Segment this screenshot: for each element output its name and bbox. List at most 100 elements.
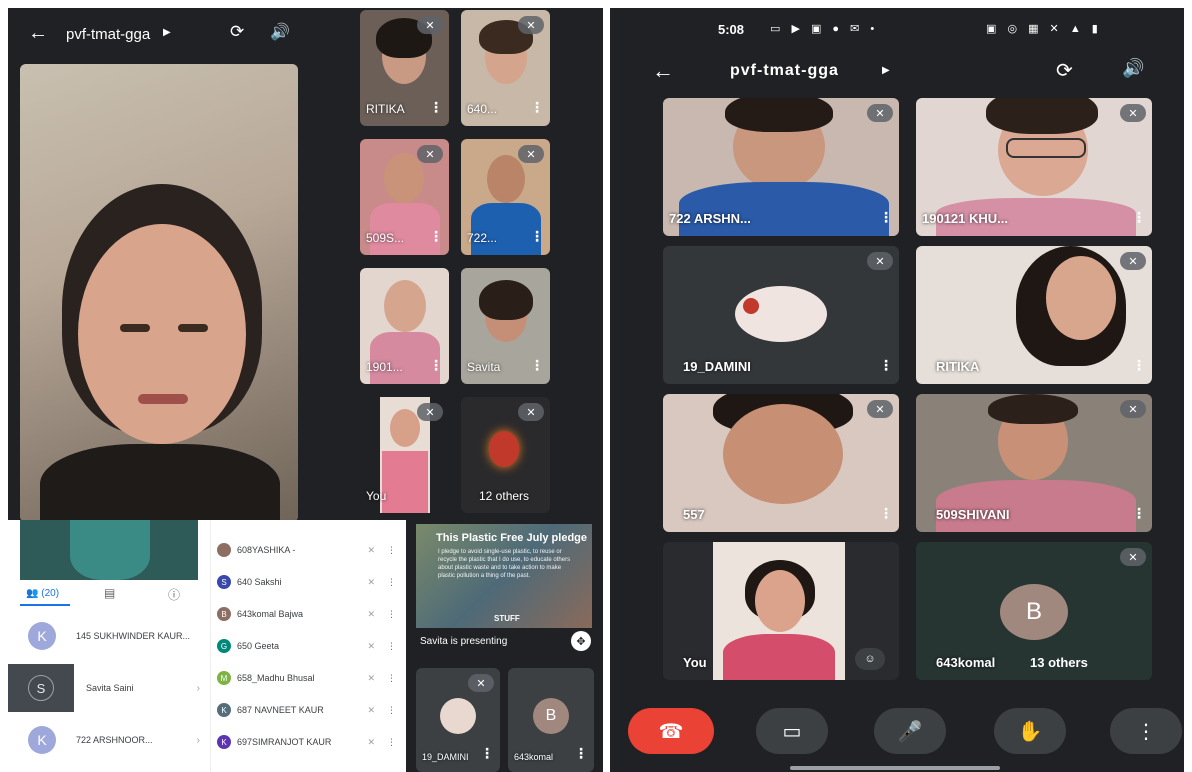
participant-tile[interactable]: ✕ 557 ⋮ [663,394,899,532]
main-speaker-video [20,64,298,522]
presentation-view: This Plastic Free July pledge I pledge t… [406,520,603,772]
participant-tile[interactable]: ✕ 19_DAMINI ⋮ [663,246,899,384]
mic-off-icon: ✕ [518,403,544,421]
participant-name: 643komal [936,655,996,670]
participant-name: 697SIMRANJOT KAUR [237,737,332,747]
participant-name: 19_DAMINI [683,359,751,374]
participant-tile[interactable]: B 643komal ⋮ [508,668,594,772]
self-label: You [366,489,387,503]
mic-off-icon: ✕ [1120,252,1146,270]
avatar: K [28,726,56,754]
participant-name: 557 [683,507,705,522]
back-arrow-icon[interactable]: ← [652,58,674,84]
more-options-icon[interactable]: ⋮ [530,99,544,116]
fullscreen-icon[interactable]: ✥ [571,631,591,651]
slide-title: This Plastic Free July pledge [436,532,587,544]
mic-off-icon: ✕ [367,576,375,587]
avatar: S [217,575,231,589]
meeting-code[interactable]: pvf-tmat-gga [730,62,839,80]
more-options-icon[interactable]: ⋮ [480,745,494,762]
raise-hand-button[interactable]: ✋ [994,708,1066,754]
more-options-icon[interactable]: ⋮ [387,705,396,716]
more-options-icon[interactable]: ⋮ [429,357,443,374]
mic-off-icon: ✕ [867,104,893,122]
list-item[interactable]: M 658_Madhu Bhusal ✕ ⋮ [211,662,406,694]
info-icon[interactable]: ⓘ [168,586,180,603]
participant-row[interactable]: K 145 SUKHWINDER KAUR... [8,612,210,660]
participant-tile[interactable]: 1901... ⋮ [360,268,449,384]
participant-name: Savita Saini [86,683,134,693]
more-options-icon[interactable]: ⋮ [429,228,443,245]
participant-tile[interactable]: ✕ 509SHIVANI ⋮ [916,394,1152,532]
participant-tile[interactable]: ✕ 509S... ⋮ [360,139,449,255]
others-tile[interactable]: ✕ 12 others [461,397,550,513]
participant-tile[interactable]: ✕ 190121 KHU... ⋮ [916,98,1152,236]
list-item[interactable]: K 697SIMRANJOT KAUR ✕ ⋮ [211,726,406,758]
participant-tile[interactable]: ✕ 19_DAMINI ⋮ [416,668,500,772]
avatar: G [217,639,231,653]
participant-name: RITIKA [366,102,405,116]
speaker-icon[interactable]: 🔊 [270,22,290,42]
camera-toggle-button[interactable]: ▭ [756,708,828,754]
participant-tile[interactable]: Savita ⋮ [461,268,550,384]
chat-icon[interactable]: ▤ [104,586,115,600]
more-options-icon[interactable]: ⋮ [879,357,893,374]
more-options-icon[interactable]: ⋮ [879,505,893,522]
more-options-icon[interactable]: ⋮ [1132,209,1146,226]
self-view-tile[interactable]: ✕ You [360,397,449,513]
more-options-icon[interactable]: ⋮ [574,745,588,762]
more-options-icon[interactable]: ⋮ [387,545,396,556]
list-item[interactable]: K 687 NAVNEET KAUR ✕ ⋮ [211,694,406,726]
others-tile[interactable]: B ✕ 643komal 13 others [916,542,1152,680]
mic-off-icon: ✕ [468,674,494,692]
mic-icon: 🎤 [897,720,923,743]
participant-tile[interactable]: ✕ RITIKA ⋮ [916,246,1152,384]
more-options-icon[interactable]: ⋮ [387,673,396,684]
mic-off-icon: ✕ [867,400,893,418]
participant-name: 650 Geeta [237,641,280,651]
more-options-icon[interactable]: ⋮ [387,641,396,652]
slide-stamp: STUFF [494,614,520,623]
list-item[interactable]: 608YASHIKA - ✕ ⋮ [211,534,406,566]
right-meeting-screen: 5:08 ▭ ▶ ▣ ● ✉ • ▣ ◎ ▦ ✕ ▲ ▮ ← pvf-tmat-… [610,8,1184,772]
participant-tile[interactable]: ✕ RITIKA ⋮ [360,10,449,126]
participant-row[interactable]: K 722 ARSHNOOR... › [8,716,210,764]
list-item[interactable]: S 640 Sakshi ✕ ⋮ [211,566,406,598]
more-options-icon[interactable]: ⋮ [1132,357,1146,374]
effects-icon[interactable]: ☺ [855,648,885,670]
more-options-icon[interactable]: ⋮ [429,99,443,116]
more-options-icon[interactable]: ⋮ [387,737,396,748]
participant-name: Savita [467,360,501,374]
people-count: (20) [41,588,60,599]
list-item[interactable]: B 643komal Bajwa ✕ ⋮ [211,598,406,630]
mic-off-icon: ✕ [417,145,443,163]
participant-name: 640 Sakshi [237,577,282,587]
more-options-icon[interactable]: ⋮ [1132,505,1146,522]
end-call-button[interactable]: ☎ [628,708,714,754]
participant-tile[interactable]: ✕ 722 ARSHN... ⋮ [663,98,899,236]
more-options-icon[interactable]: ⋮ [387,609,396,620]
tab-people[interactable]: 👥 (20) [26,588,59,599]
list-item[interactable]: G 650 Geeta ✕ ⋮ [211,630,406,662]
switch-camera-icon[interactable]: ⟳ [230,22,244,42]
left-meeting-screen: ← pvf-tmat-gga ▶ ⟳ 🔊 ✕ RITIKA ⋮ ✕ 640...… [8,8,603,522]
avatar: B [1000,584,1068,640]
mic-toggle-button[interactable]: 🎤 [874,708,946,754]
mic-off-icon: ✕ [367,544,375,555]
more-vert-icon: ⋮ [1136,720,1156,743]
self-view-tile[interactable]: You ☺ [663,542,899,680]
more-options-icon[interactable]: ⋮ [879,209,893,226]
meeting-code[interactable]: pvf-tmat-gga [66,26,150,43]
more-options-button[interactable]: ⋮ [1110,708,1182,754]
participant-name: 643komal Bajwa [237,609,304,619]
more-options-icon[interactable]: ⋮ [530,228,544,245]
participant-name: 509SHIVANI [936,507,1010,522]
speaker-icon[interactable]: 🔊 [1122,58,1144,79]
more-options-icon[interactable]: ⋮ [530,357,544,374]
back-arrow-icon[interactable]: ← [28,22,48,45]
more-options-icon[interactable]: ⋮ [387,577,396,588]
participant-tile[interactable]: ✕ 722... ⋮ [461,139,550,255]
participant-row-selected[interactable]: S Savita Saini › [8,664,210,712]
participant-tile[interactable]: ✕ 640... ⋮ [461,10,550,126]
switch-camera-icon[interactable]: ⟳ [1056,58,1073,83]
